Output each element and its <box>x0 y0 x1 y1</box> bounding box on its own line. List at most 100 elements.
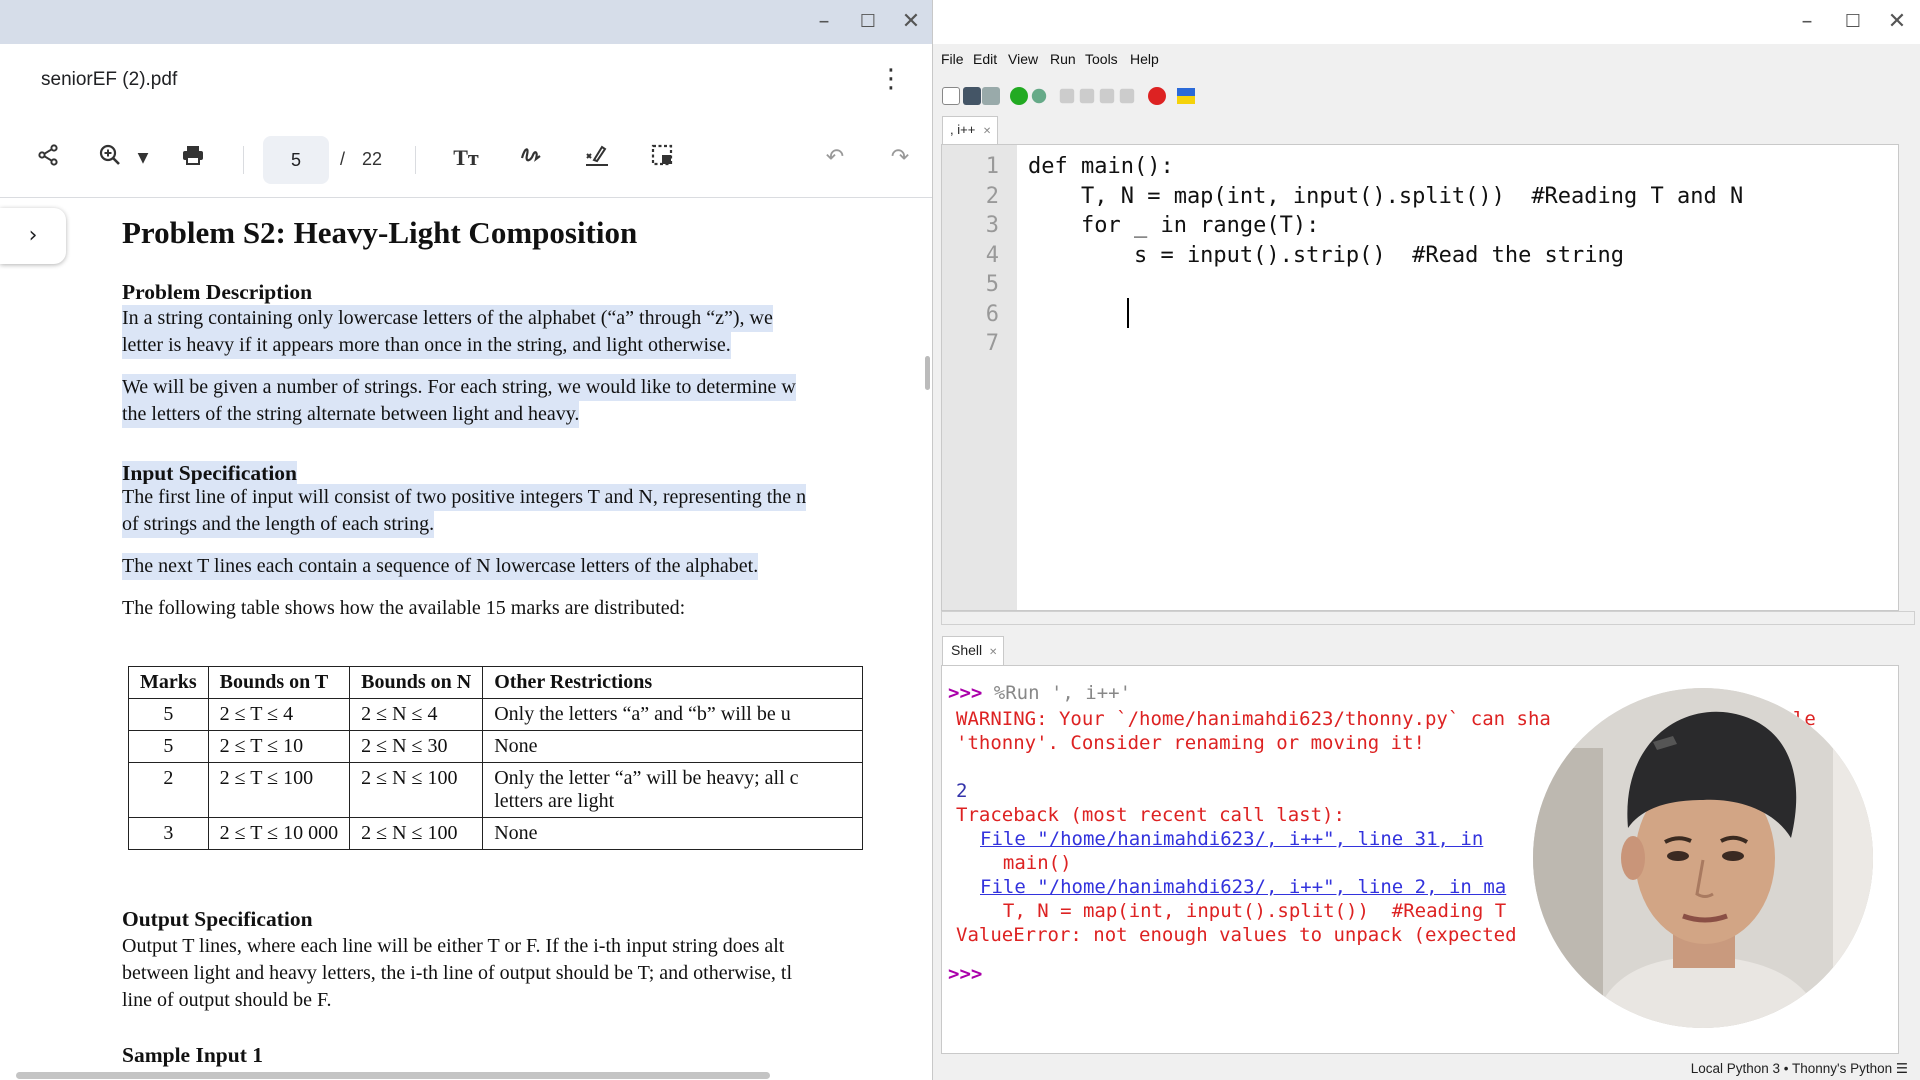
paragraph-line: between light and heavy letters, the i-t… <box>122 962 793 984</box>
debug-icon[interactable] <box>1031 88 1047 104</box>
maximize-icon[interactable]: ☐ <box>1839 8 1867 36</box>
redo-icon[interactable]: ↷ <box>886 143 914 173</box>
stop-icon[interactable] <box>1148 87 1166 105</box>
cell-text: letters are light <box>494 790 615 812</box>
new-file-icon[interactable] <box>942 87 960 105</box>
editor-tab-label: , i++ <box>950 122 976 137</box>
maximize-icon[interactable]: ☐ <box>854 8 882 36</box>
open-file-icon[interactable] <box>963 87 981 105</box>
desktop: – ☐ ✕ seniorEF (2).pdf ⋮ ▼ 5 / 22 Tт ↶ ↷… <box>0 0 1920 1080</box>
pdf-header: seniorEF (2).pdf ⋮ <box>0 44 932 116</box>
step-out-icon[interactable] <box>1099 88 1115 104</box>
editor-vertical-scrollbar[interactable] <box>1901 144 1915 611</box>
select-area-icon[interactable] <box>648 143 676 173</box>
more-options-icon[interactable]: ⋮ <box>878 66 904 92</box>
warning-line: 'thonny'. Consider renaming or moving it… <box>956 732 1425 754</box>
traceback-file-link[interactable]: File "/home/hanimahdi623/, i++", line 31… <box>980 828 1483 850</box>
menu-view[interactable]: View <box>1008 51 1038 67</box>
thonny-title-bar: – ☐ ✕ <box>933 0 1920 44</box>
table-cell: 2 ≤ T ≤ 100 <box>207 762 351 818</box>
page-number-input[interactable]: 5 <box>263 136 329 184</box>
close-tab-icon[interactable]: ✕ <box>989 647 997 658</box>
paragraph-line: In a string containing only lowercase le… <box>122 305 773 332</box>
close-icon[interactable]: ✕ <box>1883 8 1911 36</box>
divider <box>415 146 416 174</box>
resume-icon[interactable] <box>1119 88 1135 104</box>
warning-line: WARNING: Your `/home/hanimahdi623/thonny… <box>956 708 1551 730</box>
table-cell: None <box>482 730 864 763</box>
horizontal-scrollbar[interactable] <box>16 1072 770 1079</box>
traceback-header: Traceback (most recent call last): <box>956 804 1345 826</box>
line-number: 3 <box>985 213 999 238</box>
close-tab-icon[interactable]: ✕ <box>983 126 991 137</box>
shell-tab[interactable]: Shell ✕ <box>942 636 1004 665</box>
table-cell: Only the letter “a” will be heavy; all c… <box>482 762 864 818</box>
pdf-toolbar: ▼ 5 / 22 Tт ↶ ↷ <box>0 116 932 198</box>
menu-help[interactable]: Help <box>1130 51 1159 67</box>
thonny-toolbar <box>933 75 1920 115</box>
signature-icon[interactable] <box>582 143 612 173</box>
editor-horizontal-scrollbar[interactable] <box>941 611 1915 625</box>
table-row: 5 2 ≤ T ≤ 10 2 ≤ N ≤ 30 None <box>128 730 864 763</box>
zoom-in-icon[interactable] <box>96 143 124 173</box>
section-heading: Sample Input 1 <box>122 1043 263 1067</box>
table-header: Bounds on N <box>349 666 484 699</box>
save-icon[interactable] <box>982 87 1000 105</box>
paragraph-line: line of output should be F. <box>122 989 332 1011</box>
section-heading: Problem Description <box>122 280 313 304</box>
line-number: 2 <box>985 183 999 209</box>
step-over-icon[interactable] <box>1059 88 1075 104</box>
zoom-dropdown-icon[interactable]: ▼ <box>133 143 153 173</box>
table-row: 5 2 ≤ T ≤ 4 2 ≤ N ≤ 4 Only the letters “… <box>128 698 864 731</box>
minimize-icon[interactable]: – <box>1793 8 1821 36</box>
menu-file[interactable]: File <box>941 51 964 67</box>
vertical-scrollbar[interactable] <box>925 356 930 390</box>
webcam-overlay <box>1533 688 1873 1028</box>
undo-icon[interactable]: ↶ <box>821 143 849 173</box>
run-icon[interactable] <box>1010 87 1028 105</box>
pdf-title-bar: – ☐ ✕ <box>0 0 932 44</box>
table-header-row: Marks Bounds on T Bounds on N Other Rest… <box>128 666 864 699</box>
status-bar: Local Python 3 • Thonny's Python ☰ <box>933 1058 1920 1080</box>
page-separator: / <box>340 149 346 169</box>
minimize-icon[interactable]: – <box>810 8 838 36</box>
table-cell: 5 <box>128 730 209 763</box>
line-number: 5 <box>985 272 999 297</box>
line-number: 7 <box>985 331 999 356</box>
traceback-code: T, N = map(int, input().split()) #Readin… <box>980 900 1507 922</box>
table-header: Other Restrictions <box>482 666 864 699</box>
print-icon[interactable] <box>179 143 207 173</box>
line-number: 4 <box>985 242 999 268</box>
traceback-code: main() <box>980 852 1072 874</box>
section-heading: Output Specification <box>122 907 313 931</box>
table-cell: 2 ≤ N ≤ 4 <box>349 698 484 731</box>
ukraine-flag-icon[interactable] <box>1177 88 1195 104</box>
menu-run[interactable]: Run <box>1050 51 1076 67</box>
traceback-file-link[interactable]: File "/home/hanimahdi623/, i++", line 2,… <box>980 876 1506 898</box>
paragraph-line: the letters of the string alternate betw… <box>122 401 580 428</box>
pdf-page-view: › Problem S2: Heavy-Light Composition Pr… <box>0 198 932 1080</box>
error-message: ValueError: not enough values to unpack … <box>956 924 1517 946</box>
marks-table: Marks Bounds on T Bounds on N Other Rest… <box>128 666 864 850</box>
text-cursor <box>1127 298 1129 328</box>
table-header: Bounds on T <box>207 666 351 699</box>
interpreter-status[interactable]: Local Python 3 • Thonny's Python ☰ <box>1691 1061 1908 1077</box>
menu-edit[interactable]: Edit <box>973 51 997 67</box>
step-into-icon[interactable] <box>1079 88 1095 104</box>
line-number: 6 <box>985 301 999 327</box>
share-icon[interactable] <box>34 143 62 173</box>
page-total: 22 <box>362 149 383 169</box>
chevron-right-icon[interactable]: › <box>0 208 66 264</box>
table-cell: 3 <box>128 817 209 850</box>
editor-tab[interactable]: , i++ ✕ <box>942 116 998 144</box>
shell-prompt: >>> <box>948 682 983 704</box>
shell-vertical-scrollbar[interactable] <box>1901 665 1915 1054</box>
paragraph-line: The following table shows how the availa… <box>122 597 686 619</box>
close-icon[interactable]: ✕ <box>897 8 925 36</box>
draw-icon[interactable] <box>517 143 545 173</box>
code-editor[interactable]: 1 2 3 4 5 6 7 def main(): T, N = map(int… <box>941 144 1899 611</box>
text-annotation-icon[interactable]: Tт <box>451 143 481 173</box>
menu-tools[interactable]: Tools <box>1085 51 1118 67</box>
line-number: 1 <box>985 154 999 179</box>
shell-line: >>> %Run ', i++' <box>948 682 1131 704</box>
